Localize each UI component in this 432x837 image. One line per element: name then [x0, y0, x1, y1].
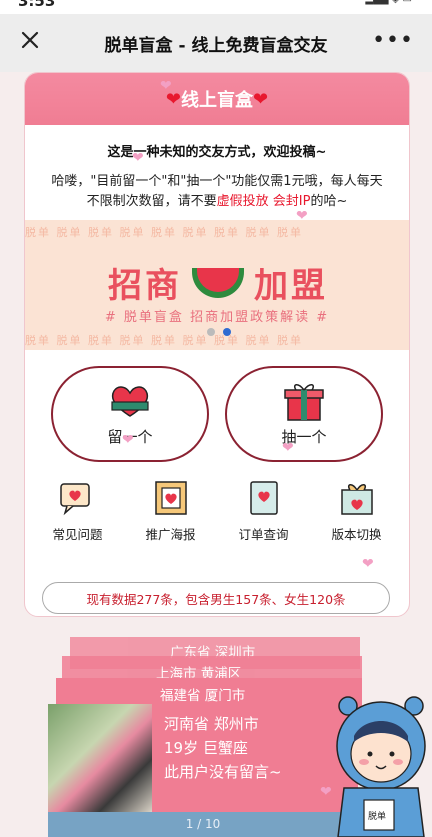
heart-ribbon-icon	[111, 385, 149, 417]
menu-item-version[interactable]: 版本切换	[317, 480, 397, 543]
intro-text: 这是一种未知的交友方式，欢迎投稿~	[107, 145, 327, 160]
watermelon-icon	[192, 267, 244, 298]
gift-box-icon	[284, 383, 324, 421]
banner-subtitle: # 脱单盲盒 招商加盟政策解读 #	[104, 310, 330, 325]
menu-label: 订单查询	[238, 527, 289, 542]
status-bar: 3:53 ▂▄▆ ◈ ▭	[0, 0, 432, 14]
floating-heart-icon: ❤	[122, 432, 134, 448]
floating-heart-icon: ❤	[296, 208, 308, 224]
page-content: ❤ 线上盲盒 ❤ 这是一种未知的交友方式，欢迎投稿~ 哈喽，"目前留一个"和"抽…	[0, 72, 432, 837]
top-navigation-bar: 脱单盲盒 - 线上免费盲盒交友 •••	[0, 14, 432, 72]
floating-heart-icon: ❤	[160, 78, 172, 94]
film-heart-icon	[154, 481, 187, 515]
card-header-title: 线上盲盒	[181, 90, 253, 111]
profile-location: 河南省 郑州市	[164, 715, 259, 733]
card-header: ❤ 线上盲盒 ❤	[25, 73, 409, 125]
menu-item-poster[interactable]: 推广海报	[131, 480, 211, 543]
menu-item-orders[interactable]: 订单查询	[224, 480, 304, 543]
page-title: 脱单盲盒 - 线上免费盲盒交友	[104, 35, 328, 56]
banner-title-right: 加盟	[254, 266, 328, 306]
profile-photo	[48, 704, 152, 812]
carousel-dot[interactable]	[207, 328, 215, 336]
floating-heart-icon: ❤	[320, 784, 332, 800]
action-buttons: 留一个 抽一个	[51, 366, 383, 462]
gift-heart-icon	[340, 484, 373, 515]
card-heart-icon	[249, 481, 278, 515]
carousel-dot-active[interactable]	[223, 328, 231, 336]
mascot-sign-label: 脱单	[368, 812, 387, 822]
data-stats-bar: 现有数据277条，包含男生157条、女生120条	[42, 582, 390, 614]
status-indicators: ▂▄▆ ◈ ▭	[365, 0, 412, 5]
menu-label: 推广海报	[145, 527, 196, 542]
floating-heart-icon: ❤	[132, 150, 144, 166]
heart-icon: ❤	[253, 88, 269, 110]
desc-warning-1: 虚假投放	[216, 194, 269, 209]
blind-box-card: ❤ 线上盲盒 ❤ 这是一种未知的交友方式，欢迎投稿~ 哈喽，"目前留一个"和"抽…	[24, 72, 410, 617]
draw-one-button[interactable]: 抽一个	[225, 366, 383, 462]
profile-info: 河南省 郑州市 19岁 巨蟹座 此用户没有留言~	[164, 712, 282, 784]
close-icon[interactable]	[18, 28, 42, 52]
carousel-indicator	[207, 328, 231, 336]
description-text: 哈喽，"目前留一个"和"抽一个"功能仅需1元哦，每人每天不限制次数留，请不要虚假…	[47, 172, 387, 212]
profile-card[interactable]: 河南省 郑州市 19岁 巨蟹座 此用户没有留言~	[48, 704, 358, 812]
banner-title-left: 招商	[108, 266, 182, 306]
profile-age-sign: 19岁 巨蟹座	[164, 739, 248, 757]
desc-warning-2: 会封IP	[272, 194, 311, 209]
card-pager: 1 / 10	[48, 812, 358, 837]
menu-label: 版本切换	[331, 527, 382, 542]
menu-label: 常见问题	[52, 527, 103, 542]
more-icon[interactable]: •••	[372, 28, 414, 53]
stacked-card-location: 福建省 厦门市	[160, 688, 246, 704]
floating-heart-icon: ❤	[282, 440, 294, 456]
menu-grid: 常见问题 推广海报 订单查询 版本切换	[31, 480, 403, 543]
desc-text-2: 的哈~	[310, 194, 348, 209]
banner-watermark: 脱单 脱单 脱单 脱单 脱单 脱单 脱单 脱单 脱单	[25, 226, 303, 239]
banner-title: 招商 加盟	[75, 258, 361, 307]
menu-item-faq[interactable]: 常见问题	[38, 480, 118, 543]
franchise-banner[interactable]: 脱单 脱单 脱单 脱单 脱单 脱单 脱单 脱单 脱单 脱单 脱单 脱单 脱单 脱…	[25, 220, 409, 350]
status-time: 3:53	[18, 0, 56, 10]
chat-heart-icon	[59, 483, 90, 516]
profile-message: 此用户没有留言~	[164, 763, 282, 781]
floating-heart-icon: ❤	[362, 556, 374, 572]
